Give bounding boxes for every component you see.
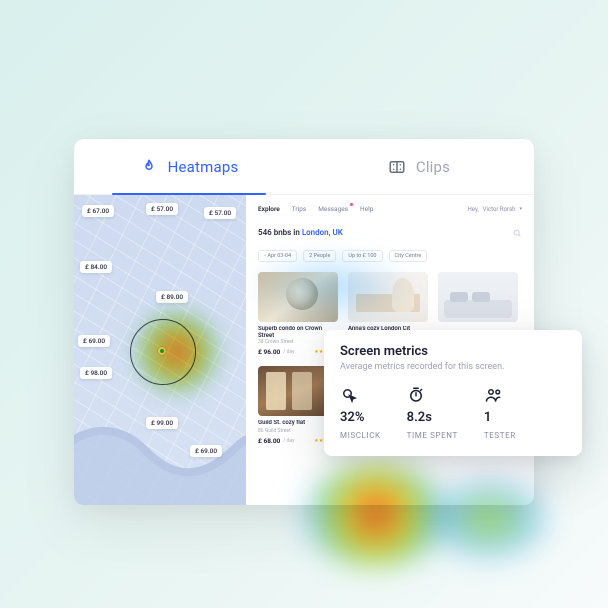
metric-value: 1 — [484, 410, 516, 425]
metrics-row: 32% MISCLICK 8.2s TIME SPENT 1 TESTER — [340, 386, 566, 440]
stopwatch-icon — [407, 386, 458, 404]
filter-guests[interactable]: 2 People — [303, 250, 336, 262]
price-marker[interactable]: £ 69.00 — [190, 445, 222, 457]
listing-per: / day — [283, 438, 294, 444]
tab-heatmaps[interactable]: Heatmaps — [74, 139, 304, 194]
popover-subtitle: Average metrics recorded for this screen… — [340, 362, 566, 372]
filter-budget[interactable]: Up to £ 100 — [342, 250, 382, 262]
map-panel[interactable]: £ 67.00 £ 57.00 £ 57.00 £ 84.00 £ 89.00 … — [74, 195, 246, 505]
price-marker[interactable]: £ 67.00 — [82, 205, 114, 217]
price-marker[interactable]: £ 98.00 — [80, 367, 112, 379]
filter-area[interactable]: City Centre — [389, 250, 428, 262]
cursor-click-icon — [340, 386, 381, 404]
filter-row: ◦ Apr 03-04 2 People Up to £ 100 City Ce… — [258, 250, 522, 262]
listing-per: / day — [283, 349, 294, 355]
tab-label: Heatmaps — [168, 158, 239, 176]
analysis-tabs: Heatmaps Clips — [74, 139, 534, 195]
user-name: Victor Rorsh — [483, 206, 516, 213]
listing-thumb — [348, 272, 428, 322]
app-nav: Explore Trips Messages Help Hey, Victor … — [258, 205, 522, 213]
results-location[interactable]: London, UK — [302, 228, 343, 237]
nav-help[interactable]: Help — [360, 205, 373, 213]
user-prefix: Hey, — [468, 206, 479, 213]
metric-time: 8.2s TIME SPENT — [407, 386, 458, 440]
price-marker[interactable]: £ 84.00 — [80, 261, 112, 273]
metric-value: 8.2s — [407, 410, 458, 425]
metric-tester: 1 TESTER — [484, 386, 516, 440]
center-pin[interactable] — [158, 347, 166, 355]
listing-price: £ 96.00 — [258, 348, 280, 356]
popover-title: Screen metrics — [340, 344, 566, 359]
metric-label: TESTER — [484, 431, 516, 440]
results-count: 546 bnbs in — [258, 228, 300, 237]
screen-metrics-popover: Screen metrics Average metrics recorded … — [324, 330, 582, 456]
user-menu[interactable]: Hey, Victor Rorsh ▾ — [468, 206, 522, 213]
metric-value: 32% — [340, 410, 381, 425]
search-icon[interactable] — [512, 223, 522, 242]
nav-trips[interactable]: Trips — [292, 205, 306, 213]
filter-dates[interactable]: ◦ Apr 03-04 — [258, 250, 297, 262]
metric-label: MISCLICK — [340, 431, 381, 440]
listing-thumb — [438, 272, 518, 322]
results-title: 546 bnbs in London, UK — [258, 223, 522, 242]
tab-clips[interactable]: Clips — [304, 139, 534, 194]
price-marker[interactable]: £ 69.00 — [78, 335, 110, 347]
listing-thumb — [258, 272, 338, 322]
tab-label: Clips — [416, 158, 450, 176]
users-icon — [484, 386, 516, 404]
price-marker[interactable]: £ 99.00 — [146, 417, 178, 429]
chevron-down-icon: ▾ — [519, 206, 522, 212]
listing-price: £ 68.00 — [258, 437, 280, 445]
nav-messages[interactable]: Messages — [318, 205, 348, 213]
price-marker[interactable]: £ 57.00 — [146, 203, 178, 215]
metric-misclick: 32% MISCLICK — [340, 386, 381, 440]
price-marker[interactable]: £ 89.00 — [156, 291, 188, 303]
fire-icon — [140, 157, 158, 177]
nav-explore[interactable]: Explore — [258, 205, 280, 213]
price-marker[interactable]: £ 57.00 — [204, 207, 236, 219]
filmstrip-icon — [388, 158, 406, 176]
metric-label: TIME SPENT — [407, 431, 458, 440]
